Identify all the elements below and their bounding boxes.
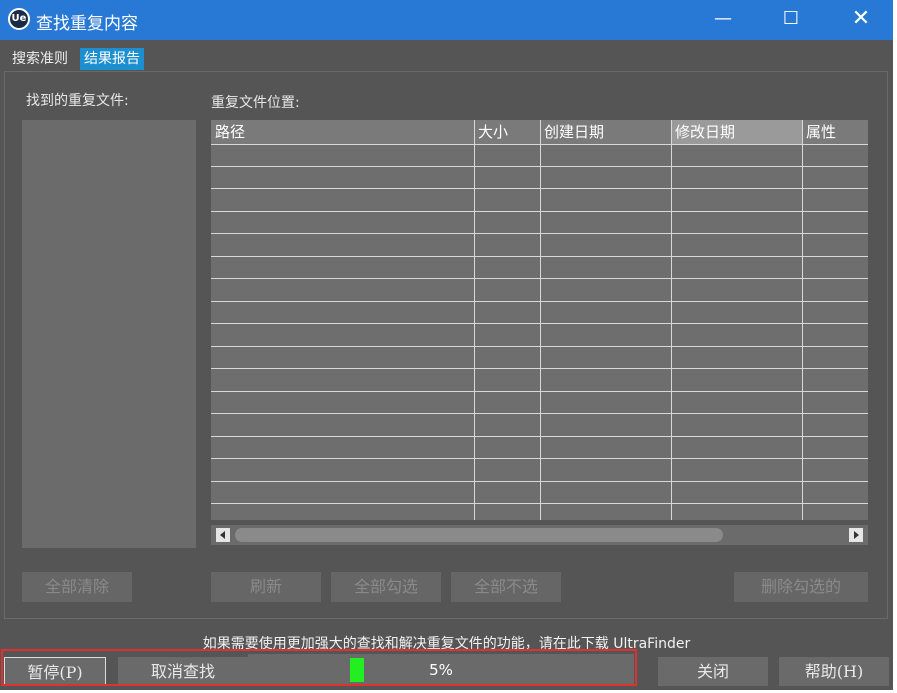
column-header-created[interactable]: 创建日期 [540,120,671,144]
tab-results-report[interactable]: 结果报告 [80,48,144,70]
row-divider [211,233,868,234]
refresh-button[interactable]: 刷新 [211,572,321,602]
row-divider [211,256,868,257]
column-header-attributes[interactable]: 属性 [802,120,868,144]
minimize-button[interactable]: — [700,0,746,40]
row-divider [211,166,868,167]
row-divider [211,413,868,414]
maximize-button[interactable]: ☐ [768,0,814,40]
row-divider [211,436,868,437]
row-divider [211,391,868,392]
row-divider [211,188,868,189]
dialog-window: Ue 查找重复内容 — ☐ ✕ 搜索准则 结果报告 找到的重复文件: 重复文件位… [0,0,893,690]
file-locations-table[interactable]: 路径 大小 创建日期 修改日期 属性 [211,120,868,520]
horizontal-scrollbar[interactable] [211,525,868,545]
row-divider [211,301,868,302]
close-window-button[interactable]: ✕ [838,0,884,40]
column-header-size[interactable]: 大小 [474,120,540,144]
row-divider [211,211,868,212]
row-divider [211,368,868,369]
found-files-list[interactable] [22,120,196,548]
uncheck-all-button[interactable]: 全部不选 [451,572,561,602]
row-divider [211,144,868,145]
delete-checked-button[interactable]: 删除勾选的 [734,572,868,602]
column-header-path[interactable]: 路径 [211,120,474,144]
row-divider [211,346,868,347]
column-header-modified[interactable]: 修改日期 [671,120,802,144]
scroll-thumb[interactable] [235,528,723,542]
row-divider [211,481,868,482]
row-divider [211,503,868,504]
file-locations-label: 重复文件位置: [211,95,300,111]
close-button[interactable]: 关闭 [658,657,768,686]
help-button[interactable]: 帮助(H) [779,657,889,686]
scroll-left-icon[interactable] [216,528,230,542]
column-divider [540,120,541,520]
column-divider [671,120,672,520]
clear-all-button[interactable]: 全部清除 [22,572,132,602]
title-bar: Ue 查找重复内容 — ☐ ✕ [0,0,893,40]
window-title: 查找重复内容 [36,14,138,34]
highlight-annotation [1,649,637,686]
row-divider [211,278,868,279]
column-divider [802,120,803,520]
scroll-right-icon[interactable] [849,528,863,542]
row-divider [211,458,868,459]
found-files-label: 找到的重复文件: [26,93,129,109]
column-divider [474,120,475,520]
row-divider [211,323,868,324]
tab-search-rules[interactable]: 搜索准则 [8,48,72,70]
check-all-button[interactable]: 全部勾选 [331,572,441,602]
app-logo-icon: Ue [8,8,30,30]
